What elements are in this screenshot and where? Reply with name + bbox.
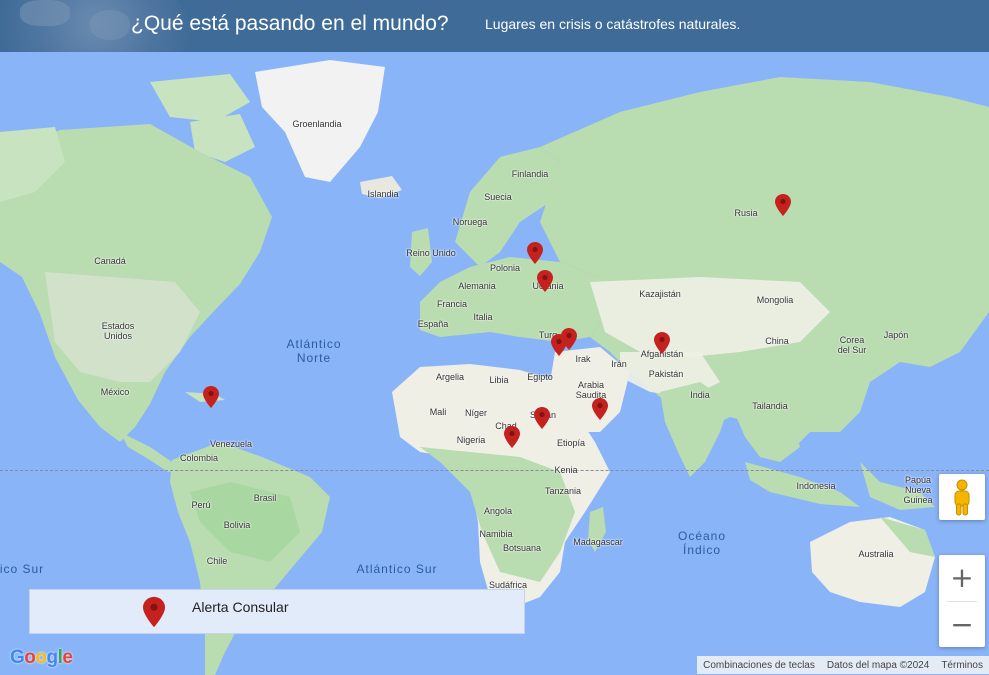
label-brasil: Brasil bbox=[253, 493, 277, 503]
marker-chad[interactable] bbox=[504, 426, 520, 448]
label-polonia: Polonia bbox=[489, 263, 521, 273]
label-oceano-indico: Océano Índico bbox=[677, 529, 727, 557]
label-bolivia: Bolivia bbox=[223, 520, 251, 530]
label-etiopia: Etiopía bbox=[556, 438, 586, 448]
label-angola: Angola bbox=[483, 506, 513, 516]
label-peru: Perú bbox=[191, 500, 211, 510]
pegman-icon bbox=[954, 479, 970, 516]
marker-yemen[interactable] bbox=[592, 398, 608, 420]
label-arabia-saudita: Arabia Saudita bbox=[575, 380, 607, 400]
street-view-pegman-button[interactable] bbox=[939, 474, 985, 520]
label-colombia: Colombia bbox=[179, 453, 219, 463]
marker-polonia[interactable] bbox=[527, 242, 543, 264]
map-pin-icon bbox=[143, 596, 165, 628]
marker-afganistan[interactable] bbox=[654, 332, 670, 354]
label-namibia: Namibia bbox=[479, 529, 513, 539]
page-subtitle: Lugares en crisis o catástrofes naturale… bbox=[485, 16, 741, 32]
label-kenia: Kenia bbox=[554, 465, 578, 475]
zoom-out-button[interactable]: − bbox=[939, 602, 985, 647]
zoom-controls: + − bbox=[939, 555, 985, 647]
label-noruega: Noruega bbox=[452, 217, 488, 227]
label-italia: Italia bbox=[473, 312, 493, 322]
label-india: India bbox=[690, 390, 710, 400]
label-indonesia: Indonesia bbox=[796, 481, 836, 491]
world-map[interactable]: Groenlandia Islandia Finlandia Suecia No… bbox=[0, 52, 989, 675]
label-libia: Libia bbox=[489, 375, 509, 385]
terms-link[interactable]: Términos bbox=[935, 660, 989, 671]
label-niger: Níger bbox=[464, 408, 488, 418]
label-reino-unido: Reino Unido bbox=[406, 248, 456, 258]
zoom-in-button[interactable]: + bbox=[939, 555, 985, 600]
label-francia: Francia bbox=[436, 299, 468, 309]
attribution-bar: Combinaciones de teclas Datos del mapa ©… bbox=[697, 656, 989, 674]
label-mali: Mali bbox=[429, 407, 447, 417]
label-pacifico-sur: ico Sur bbox=[0, 562, 45, 576]
label-kazajistan: Kazajistán bbox=[639, 289, 681, 299]
label-australia: Australia bbox=[858, 549, 894, 559]
label-tanzania: Tanzania bbox=[544, 486, 582, 496]
label-botsuana: Botsuana bbox=[502, 543, 542, 553]
page-header: ¿Qué está pasando en el mundo? Lugares e… bbox=[0, 0, 989, 52]
marker-haiti[interactable] bbox=[203, 386, 219, 408]
keyboard-shortcuts-link[interactable]: Combinaciones de teclas bbox=[697, 660, 821, 671]
legend-label: Alerta Consular bbox=[192, 599, 289, 615]
label-china: China bbox=[765, 336, 789, 346]
label-alemania: Alemania bbox=[458, 281, 496, 291]
label-rusia: Rusia bbox=[734, 208, 758, 218]
label-suecia: Suecia bbox=[484, 192, 512, 202]
equator-line bbox=[0, 470, 989, 471]
label-corea-del-sur: Corea del Sur bbox=[837, 335, 867, 355]
label-tailandia: Tailandia bbox=[752, 401, 788, 411]
label-pakistan: Pakistán bbox=[648, 369, 684, 379]
label-chile: Chile bbox=[206, 556, 228, 566]
legend-panel: Alerta Consular bbox=[29, 589, 525, 634]
label-irak: Irak bbox=[575, 354, 591, 364]
label-mongolia: Mongolia bbox=[756, 295, 794, 305]
label-islandia: Islandia bbox=[367, 189, 399, 199]
marker-rusia[interactable] bbox=[775, 194, 791, 216]
label-groenlandia: Groenlandia bbox=[292, 119, 342, 129]
label-canada: Canadá bbox=[94, 256, 126, 266]
label-mexico: México bbox=[100, 387, 130, 397]
label-argelia: Argelia bbox=[435, 372, 465, 382]
label-venezuela: Venezuela bbox=[209, 439, 253, 449]
label-espana: España bbox=[417, 319, 449, 329]
marker-sudan[interactable] bbox=[534, 407, 550, 429]
label-madagascar: Madagascar bbox=[573, 537, 623, 547]
label-egipto: Egipto bbox=[527, 372, 553, 382]
label-estados-unidos: Estados Unidos bbox=[101, 321, 135, 341]
marker-turquia[interactable] bbox=[551, 334, 567, 356]
page-title: ¿Qué está pasando en el mundo? bbox=[131, 12, 449, 35]
label-finlandia: Finlandia bbox=[511, 169, 549, 179]
map-data-link[interactable]: Datos del mapa ©2024 bbox=[821, 660, 935, 671]
label-papua: Papúa Nueva Guinea bbox=[903, 475, 933, 505]
label-nigeria: Nigeria bbox=[456, 435, 486, 445]
marker-ucrania[interactable] bbox=[537, 270, 553, 292]
label-japon: Japón bbox=[883, 330, 909, 340]
google-logo[interactable]: Google bbox=[10, 647, 73, 669]
label-iran: Irán bbox=[611, 359, 627, 369]
label-atlantico-sur: Atlántico Sur bbox=[356, 562, 438, 576]
label-atlantico-norte: Atlántico Norte bbox=[286, 337, 342, 365]
